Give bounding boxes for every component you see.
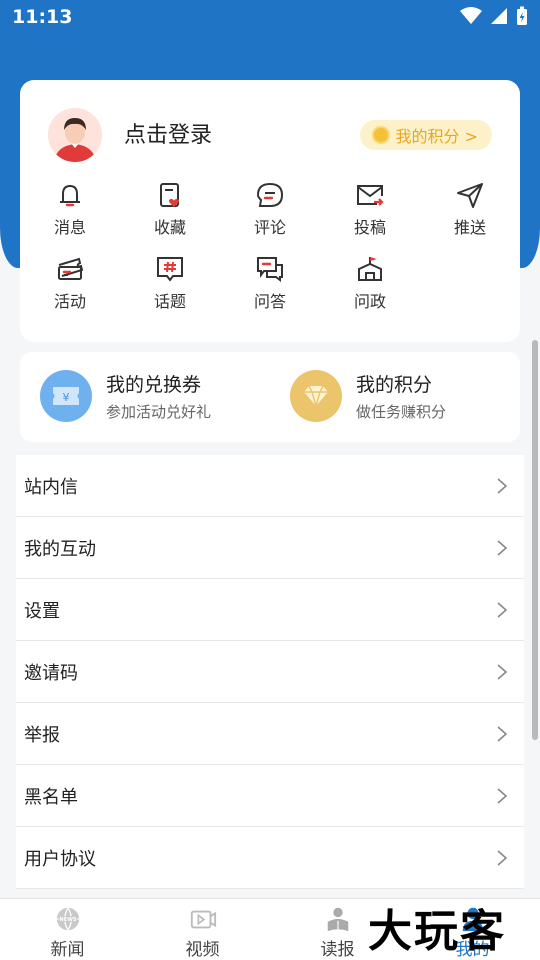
watermark-logo: 大玩客: [368, 906, 506, 957]
quick-item-label: 投稿: [353, 218, 386, 237]
login-prompt[interactable]: 点击登录: [124, 117, 212, 149]
comment-icon: [256, 182, 284, 207]
points-title: 我的积分: [356, 374, 433, 396]
tab-news[interactable]: NEWS 新闻: [0, 899, 135, 960]
menu-item-label: 站内信: [24, 476, 78, 498]
bell-icon: [60, 184, 80, 207]
voucher-subtitle: 参加活动兑好礼: [106, 403, 212, 421]
tab-video[interactable]: 视频: [135, 899, 270, 960]
voucher-entry[interactable]: ¥ 我的兑换券 参加活动兑好礼: [40, 370, 211, 422]
menu-item-interactions[interactable]: 我的互动: [16, 517, 524, 579]
quick-item-label: 问答: [253, 292, 286, 311]
battery-icon: [517, 6, 527, 25]
favorite-doc-icon: [160, 183, 180, 207]
quick-item-qa[interactable]: 问答: [220, 254, 320, 328]
coin-icon: [371, 126, 390, 144]
hashtag-icon: [157, 257, 183, 282]
quick-grid: 消息 收藏 评论 投稿 推送 活动 话题 问答 问政: [20, 180, 520, 328]
tab-label: 视频: [185, 940, 220, 960]
menu-item-label: 邀请码: [24, 662, 78, 684]
chevron-right-icon: [497, 787, 508, 804]
menu-item-user-agreement[interactable]: 用户协议: [16, 827, 524, 889]
tab-label: 读报: [320, 940, 355, 960]
quick-item-activities[interactable]: 活动: [20, 254, 120, 328]
qa-icon: [257, 257, 283, 282]
svg-text:NEWS: NEWS: [59, 917, 76, 923]
svg-text:¥: ¥: [63, 391, 70, 404]
menu-item-report[interactable]: 举报: [16, 703, 524, 765]
quick-item-label: 推送: [453, 218, 486, 237]
quick-item-label: 收藏: [153, 218, 186, 237]
chevron-right-icon: [497, 849, 508, 866]
chevron-right-icon: [497, 539, 508, 556]
quick-item-label: 评论: [253, 218, 286, 237]
menu-item-blacklist[interactable]: 黑名单: [16, 765, 524, 827]
quick-item-topics[interactable]: 话题: [120, 254, 220, 328]
menu-item-label: 举报: [24, 724, 60, 746]
quick-item-push[interactable]: 推送: [420, 180, 520, 254]
points-button-label: 我的积分 >: [395, 127, 479, 146]
paper-plane-icon: [457, 183, 483, 208]
ticket-icon: [58, 257, 84, 280]
menu-item-settings[interactable]: 设置: [16, 579, 524, 641]
points-button[interactable]: 我的积分 >: [359, 120, 492, 150]
quick-item-submit[interactable]: 投稿: [320, 180, 420, 254]
globe-news-icon: NEWS: [56, 907, 79, 931]
promo-card: ¥ 我的兑换券 参加活动兑好礼 我的积分 做任务赚积分: [20, 352, 520, 442]
points-subtitle: 做任务赚积分: [356, 403, 447, 421]
menu-item-label: 设置: [24, 600, 60, 622]
menu-item-invite-code[interactable]: 邀请码: [16, 641, 524, 703]
avatar-icon: [48, 108, 102, 162]
status-icons: [460, 6, 528, 26]
menu-item-label: 用户协议: [24, 848, 96, 870]
chevron-right-icon: [497, 725, 508, 742]
chevron-right-icon: [497, 601, 508, 618]
diamond-icon: [290, 370, 342, 422]
status-bar: 11:13: [0, 0, 540, 34]
mail-send-icon: [357, 185, 384, 206]
quick-item-messages[interactable]: 消息: [20, 180, 120, 254]
signal-icon: [491, 8, 507, 24]
quick-item-label: 话题: [153, 292, 186, 311]
user-card: 点击登录 我的积分 > 消息 收藏 评论 投稿 推送 活动 话题 问答 问政: [20, 80, 520, 342]
reader-icon: [327, 907, 348, 932]
building-flag-icon: [358, 257, 382, 281]
wifi-icon: [460, 7, 482, 24]
quick-item-label: 消息: [53, 218, 86, 237]
menu-item-inbox[interactable]: 站内信: [16, 455, 524, 517]
voucher-icon: ¥: [40, 370, 92, 422]
chevron-right-icon: [497, 477, 508, 494]
status-time: 11:13: [12, 6, 73, 28]
chevron-right-icon: [497, 663, 508, 680]
scrollbar[interactable]: [532, 340, 538, 740]
quick-item-favorites[interactable]: 收藏: [120, 180, 220, 254]
quick-item-label: 问政: [353, 292, 386, 311]
quick-item-politics[interactable]: 问政: [320, 254, 420, 328]
settings-menu: 站内信 我的互动 设置 邀请码 举报 黑名单 用户协议: [16, 455, 524, 889]
quick-item-label: 活动: [53, 292, 86, 311]
points-entry[interactable]: 我的积分 做任务赚积分: [290, 370, 446, 422]
voucher-title: 我的兑换券: [106, 374, 202, 396]
video-icon: [190, 910, 216, 929]
tab-label: 新闻: [50, 940, 85, 960]
menu-item-label: 黑名单: [24, 786, 78, 808]
menu-item-label: 我的互动: [24, 538, 96, 560]
quick-item-comments[interactable]: 评论: [220, 180, 320, 254]
avatar[interactable]: [48, 108, 102, 162]
